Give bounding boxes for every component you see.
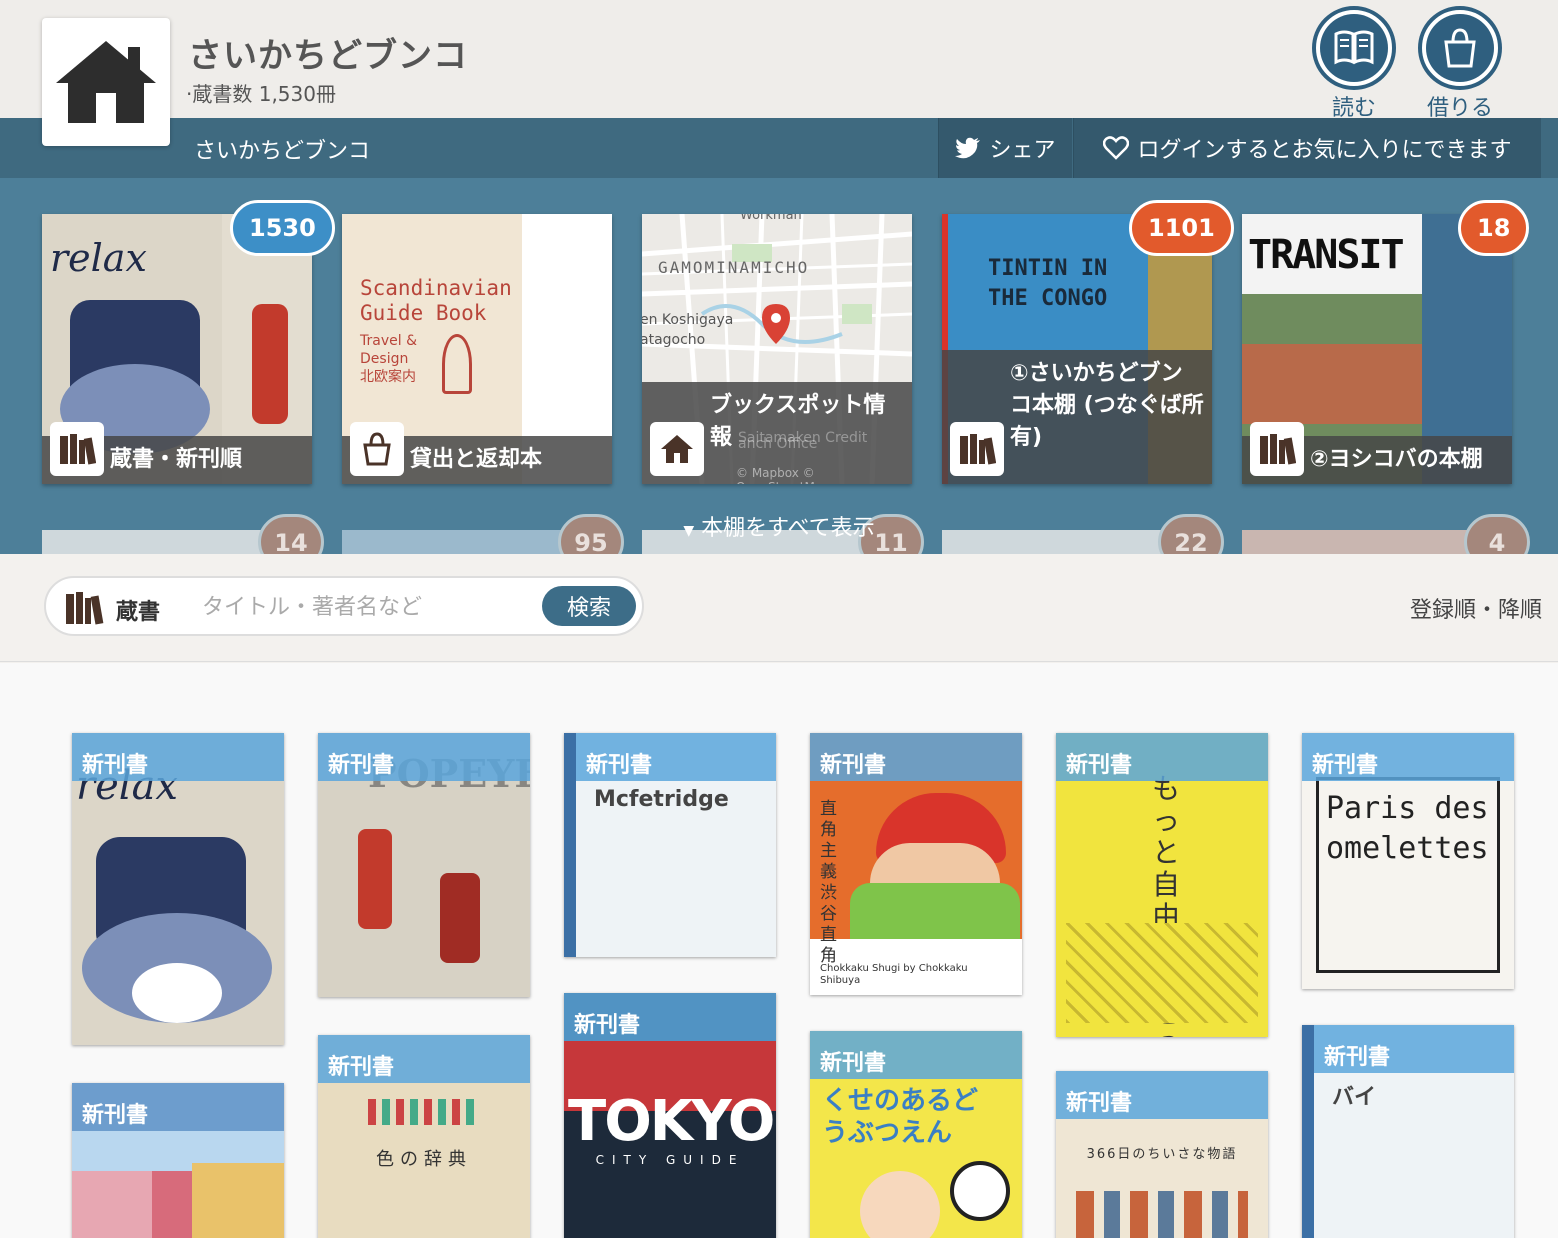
book-card[interactable]: 新刊書 直角主義 渋谷直角 Chokkaku Shugi by Chokkaku… (810, 733, 1022, 995)
home-logo[interactable] (42, 18, 170, 146)
book-card[interactable]: 新刊書 366日のちいさな物語 (1056, 1071, 1268, 1238)
book-cover-text: 366日のちいさな物語 (1086, 1147, 1238, 1162)
book-title: Mcfetridge (594, 787, 729, 812)
twitter-icon (955, 137, 981, 159)
shelf-caption: 蔵書・新刊順 (42, 422, 312, 484)
shelf-card-lending[interactable]: Scandinavian Guide Book Travel & Design 北欧案… (342, 214, 612, 484)
bookshelf-section: relax 蔵書・新刊順 1530 Scandinavian Guide Book… (0, 178, 1558, 554)
search-box: 蔵書 検索 (44, 576, 644, 636)
tote-bag-icon (1444, 28, 1476, 68)
map-label: GAMOMINAMICHO (658, 258, 810, 277)
bookshelf-icon (50, 422, 104, 476)
favorite-button[interactable]: ログインするとお気に入りにできます (1073, 118, 1541, 178)
book-cover-text: 直角主義 渋谷直角 (820, 799, 837, 966)
bookshelf-icon (66, 592, 104, 625)
book-title: バイ (1332, 1085, 1377, 1110)
shelf-card-bookspot[interactable]: Workman GAMOMINAMICHO en Koshigaya atago… (642, 214, 912, 484)
new-book-label: 新刊書 (810, 1031, 1022, 1079)
book-count: ·蔵書数 1,530冊 (186, 82, 336, 106)
new-book-label: 新刊書 (1056, 733, 1268, 781)
book-cover-text: くせのあるどうぶつえん (822, 1086, 979, 1148)
share-button[interactable]: シェア (938, 118, 1072, 178)
search-input[interactable] (202, 588, 542, 626)
house-icon (650, 422, 704, 476)
heart-icon (1103, 136, 1130, 160)
search-button[interactable]: 検索 (542, 586, 636, 626)
book-card[interactable]: 新刊書 relax (72, 733, 284, 1045)
caret-down-icon: ▼ (683, 523, 695, 539)
map-label: anch Office (738, 436, 818, 452)
book-card[interactable]: 新刊書 Mcfetridge (564, 733, 776, 957)
bookshelf-icon (950, 422, 1004, 476)
new-book-label: 新刊書 (1314, 1025, 1514, 1073)
book-card[interactable]: 新刊書 もっと自由に家をつくろう (1056, 733, 1268, 1037)
book-card[interactable]: 新刊書 TOKYO CITY GUIDE (564, 993, 776, 1238)
shelf-count-badge: 1101 (1129, 200, 1234, 256)
nav-bar: さいかちどブンコ シェア ログインするとお気に入りにできます (0, 118, 1558, 178)
new-book-label: 新刊書 (318, 733, 530, 781)
shelf-caption: ②ヨシコバの本棚 (1242, 422, 1512, 484)
shelf-caption: 貸出と返却本 (342, 422, 612, 484)
book-grid: 新刊書 relax 新刊書 新刊書 POPEYE 新刊書 色の辞典 新刊書 Mc… (0, 663, 1558, 1238)
new-book-label: 新刊書 (1056, 1071, 1268, 1119)
map-label: atagocho (642, 332, 706, 348)
search-bar: 蔵書 検索 登録順・降順 (0, 554, 1558, 662)
book-card[interactable]: 新刊書 色の辞典 (318, 1035, 530, 1238)
site-title: さいかちどブンコ (188, 36, 468, 76)
house-icon (56, 41, 156, 123)
show-all-shelves-button[interactable]: ▼ 本棚をすべて表示 (0, 510, 1558, 542)
borrow-button[interactable]: 借りる (1418, 6, 1502, 122)
nav-site-name: さいかちどブンコ (194, 139, 371, 164)
site-header: さいかちどブンコ ·蔵書数 1,530冊 読む 借りる (0, 0, 1558, 146)
book-subtitle: Chokkaku Shugi by Chokkaku Shibuya (820, 963, 968, 986)
map-pin-icon (762, 304, 790, 344)
book-cover-text: TOKYO (568, 1089, 775, 1154)
book-card[interactable]: 新刊書 くせのあるどうぶつえん (810, 1031, 1022, 1238)
show-all-label: 本棚をすべて表示 (701, 516, 875, 541)
share-label: シェア (989, 138, 1056, 163)
book-card[interactable]: 新刊書 バイ (1302, 1025, 1514, 1238)
tote-bag-icon (350, 422, 404, 476)
book-card[interactable]: 新刊書 Paris des omelettes (1302, 733, 1514, 989)
new-book-label: 新刊書 (564, 993, 776, 1041)
bookshelf-icon (1250, 422, 1304, 476)
new-book-label: 新刊書 (810, 733, 1022, 781)
book-subtitle: CITY GUIDE (595, 1153, 745, 1167)
shelf-caption: ①さいかちどブンコ本棚 (つなぐば所有) (942, 350, 1212, 484)
shelf-card-yoshikoba[interactable]: TRANSIT ②ヨシコバの本棚 (1242, 214, 1512, 484)
shelf-count-badge: 1530 (230, 200, 335, 256)
search-scope-label: 蔵書 (116, 600, 161, 625)
new-book-label: 新刊書 (72, 1083, 284, 1131)
new-book-label: 新刊書 (72, 733, 284, 781)
book-cover-text: 色の辞典 (376, 1149, 472, 1170)
favorite-label: ログインするとお気に入りにできます (1137, 138, 1512, 163)
map-attribution: © Mapbox © OpenStreetMap (736, 466, 830, 484)
shelf-count-badge: 18 (1458, 200, 1530, 256)
new-book-label: 新刊書 (576, 733, 776, 781)
read-button[interactable]: 読む (1312, 6, 1396, 122)
sort-order-toggle[interactable]: 登録順・降順 (1410, 592, 1542, 624)
map-label: Workman (740, 214, 802, 223)
book-card[interactable]: 新刊書 (72, 1083, 284, 1238)
new-book-label: 新刊書 (318, 1035, 530, 1083)
book-cover-text: Paris des omelettes (1326, 791, 1489, 866)
map-label: en Koshigaya (642, 312, 734, 328)
book-card[interactable]: 新刊書 POPEYE (318, 733, 530, 997)
new-book-label: 新刊書 (1302, 733, 1514, 781)
book-reading-icon (1334, 30, 1374, 65)
